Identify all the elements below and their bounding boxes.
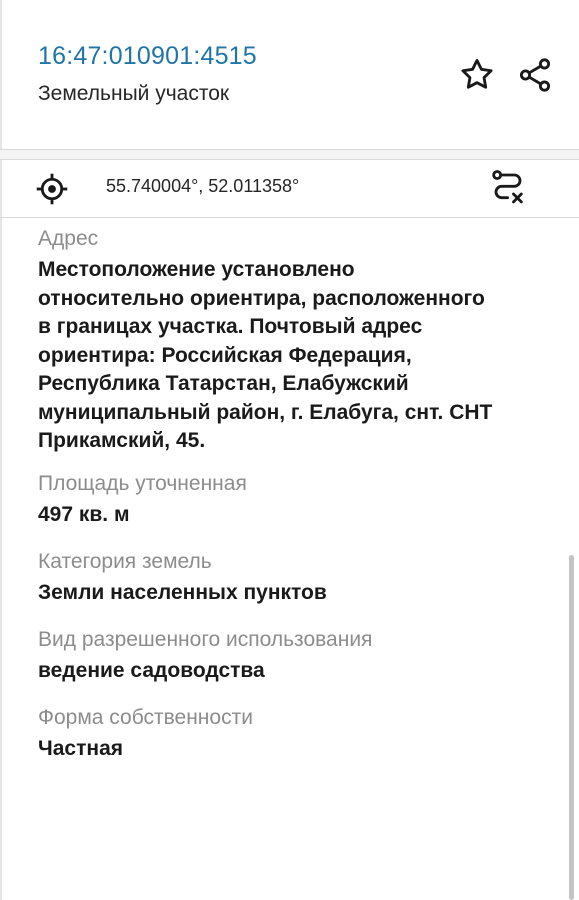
address-field: Адрес Местоположение установлено относит… (38, 222, 548, 456)
parcel-header: 16:47:010901:4515 Земельный участок (0, 0, 579, 150)
land-category-field: Категория земель Земли населенных пункто… (38, 545, 548, 608)
address-line: ориентира: Российская Федерация, (38, 343, 412, 367)
share-button[interactable] (513, 53, 557, 97)
permitted-use-field: Вид разрешенного использования ведение с… (38, 623, 548, 686)
ownership-label: Форма собственности (38, 706, 253, 729)
ownership-field: Форма собственности Частная (38, 701, 548, 764)
address-line: в границах участка. Почтовый адрес (38, 315, 423, 338)
route-button[interactable] (486, 165, 530, 209)
address-value: Местоположение установлено относительно … (38, 256, 548, 456)
land-category-value: Земли населенных пунктов (38, 581, 327, 604)
coordinates-row: 55.740004°, 52.011358° (0, 160, 579, 218)
star-icon (461, 59, 493, 89)
address-label: Адрес (38, 227, 99, 250)
address-line: Прикамский, 45. (38, 429, 206, 452)
coordinates-text[interactable]: 55.740004°, 52.011358° (106, 176, 299, 197)
area-label: Площадь уточненная (38, 471, 247, 495)
address-line: муниципальный район, г. Елабуга, снт. СН… (38, 400, 493, 424)
route-icon (492, 170, 523, 204)
favorite-button[interactable] (455, 53, 499, 97)
permitted-use-label: Вид разрешенного использования (38, 627, 373, 651)
address-line: Местоположение установлено (38, 258, 355, 281)
share-icon (519, 58, 551, 92)
ownership-value: Частная (38, 737, 124, 760)
area-field: Площадь уточненная 497 кв. м (38, 467, 548, 530)
permitted-use-value: ведение садоводства (38, 658, 265, 682)
object-type-label: Земельный участок (38, 82, 230, 105)
land-category-label: Категория земель (38, 550, 212, 573)
locate-button[interactable] (30, 167, 74, 211)
area-value: 497 кв. м (38, 502, 130, 526)
crosshair-icon (36, 173, 68, 205)
parcel-info-panel: 16:47:010901:4515 Земельный участок 55.7… (0, 0, 579, 900)
address-line: Республика Татарстан, Елабужский (38, 372, 409, 395)
scrollbar-thumb[interactable] (569, 555, 574, 900)
parcel-details: Адрес Местоположение установлено относит… (38, 222, 548, 764)
address-line: относительно ориентира, расположенного (38, 286, 485, 310)
section-divider (0, 150, 579, 160)
cadastral-number[interactable]: 16:47:010901:4515 (38, 42, 257, 71)
